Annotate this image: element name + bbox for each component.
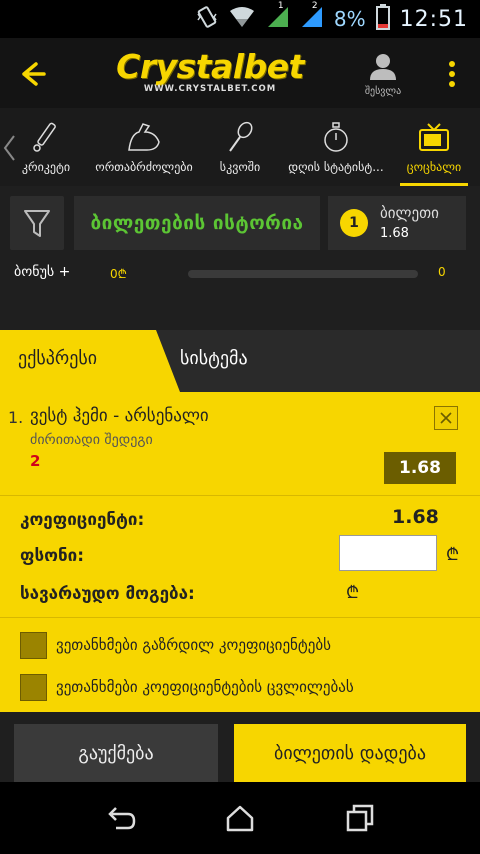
betslip: 1. ვესტ ჰემი - არსენალი ძირითადი შედეგი … — [0, 392, 480, 712]
muscle-arm-icon — [128, 123, 160, 151]
sport-tab-label: კრიკეტი — [21, 160, 71, 174]
status-bar: 1 2 8% 12:51 — [0, 0, 480, 38]
selection-index: 1. — [8, 408, 24, 427]
tab-express-label: ექსპრესი — [18, 348, 98, 369]
selection-item: 1. ვესტ ჰემი - არსენალი ძირითადი შედეგი … — [0, 392, 480, 496]
sport-tab-squash[interactable]: სკვოში — [210, 108, 270, 186]
nav-back-icon — [108, 807, 136, 830]
sport-tab-cricket[interactable]: კრიკეტი — [16, 108, 76, 186]
tab-system-label: სისტემა — [180, 348, 248, 369]
tab-divider — [150, 330, 180, 392]
selection-outcome: 2 — [30, 452, 41, 470]
stake-currency: ₾ — [446, 545, 460, 565]
battery-icon — [375, 4, 390, 34]
tab-express[interactable]: ექსპრესი — [0, 330, 156, 392]
remove-selection-button[interactable] — [434, 406, 458, 430]
ticket-area: ბილეთების ისტორია 1 ბილეთი 1.68 ბონუს + … — [0, 186, 480, 330]
signal-1-label: 1 — [277, 1, 284, 11]
squash-racket-icon — [229, 121, 253, 152]
back-button[interactable] — [14, 56, 50, 92]
chevron-left-icon[interactable] — [2, 134, 16, 166]
ticket-summary[interactable]: 1 ბილეთი 1.68 — [328, 196, 466, 250]
clock: 12:51 — [399, 6, 468, 32]
bonus-value: 0₾ — [110, 267, 127, 281]
recents-icon — [346, 804, 374, 832]
slip-summary: კოეფიციენტი: 1.68 ფსონი: ₾ სავარაუდო მოგ… — [0, 496, 480, 618]
sport-tab-daily-stats[interactable]: დღის სტატისტ... — [284, 108, 388, 186]
possible-win-currency: ₾ — [346, 583, 360, 603]
ticket-odd: 1.68 — [380, 226, 409, 241]
place-bet-button[interactable]: ბილეთის დადება — [234, 724, 466, 782]
possible-win-label: სავარაუდო მოგება: — [20, 584, 195, 604]
stopwatch-icon — [324, 122, 348, 152]
selection-event-name: ვესტ ჰემი - არსენალი — [30, 406, 209, 426]
sport-tab-combat[interactable]: ორთაბრძოლები — [92, 108, 196, 186]
slip-actions: გაუქმება ბილეთის დადება — [0, 712, 480, 782]
nav-home-button[interactable] — [222, 800, 258, 836]
sport-tab-label: სკვოში — [219, 160, 261, 174]
tv-icon — [419, 123, 449, 151]
sport-tab-label: ორთაბრძოლები — [95, 160, 193, 174]
signal-2-label: 2 — [311, 1, 318, 11]
selection-market: ძირითადი შედეგი — [30, 432, 153, 448]
coefficient-label: კოეფიციენტი: — [20, 510, 145, 530]
filter-icon — [24, 210, 50, 237]
accept-increased-odds-checkbox[interactable] — [20, 632, 47, 659]
ticket-history-label: ბილეთების ისტორია — [90, 212, 304, 234]
accept-increased-odds-label: ვეთანხმები გაზრდილ კოეფიციენტებს — [56, 636, 331, 654]
arrow-back-icon — [22, 62, 46, 86]
stake-input[interactable] — [339, 535, 437, 571]
bonus-label[interactable]: ბონუს + — [14, 264, 70, 280]
system-nav-bar — [0, 782, 480, 854]
brand-name: Crystalbet — [116, 47, 304, 86]
accept-increased-odds-option[interactable]: ვეთანხმები გაზრდილ კოეფიციენტებს — [20, 632, 460, 660]
app-bar: Crystalbet WWW.CRYSTALBET.COM შესვლა — [0, 38, 480, 108]
ticket-history-button[interactable]: ბილეთების ისტორია — [74, 196, 320, 250]
accept-odds-change-label: ვეთანხმები კოეფიციენტების ცვლილებას — [56, 678, 354, 696]
bonus-row: ბონუს + 0₾ 0 — [0, 260, 480, 288]
user-icon — [370, 54, 396, 80]
selection-odd: 1.68 — [384, 452, 456, 484]
login-label: შესვლა — [364, 86, 402, 97]
ticket-label: ბილეთი — [380, 204, 439, 222]
vibrate-icon — [196, 5, 218, 33]
sport-tab-label: ცოცხალი — [406, 160, 462, 174]
coefficient-value: 1.68 — [392, 506, 439, 528]
close-icon — [440, 412, 452, 424]
nav-back-button[interactable] — [102, 800, 138, 836]
nav-recents-button[interactable] — [342, 800, 378, 836]
bonus-progress-bar — [188, 270, 418, 278]
accept-odds-change-checkbox[interactable] — [20, 674, 47, 701]
battery-percent: 8% — [333, 7, 366, 31]
brand-logo: Crystalbet WWW.CRYSTALBET.COM — [104, 48, 316, 100]
home-icon — [226, 805, 254, 832]
sports-tabs: კრიკეტი ორთაბრძოლები სკვოში დღის სტატისტ… — [0, 108, 480, 186]
login-button[interactable]: შესვლა — [356, 52, 410, 97]
more-menu-button[interactable] — [440, 58, 464, 90]
signal-1-icon: 1 — [266, 1, 290, 33]
slip-options: ვეთანხმები გაზრდილ კოეფიციენტებს ვეთანხმ… — [0, 618, 480, 712]
filter-button[interactable] — [10, 196, 64, 250]
cancel-button[interactable]: გაუქმება — [14, 724, 218, 782]
bonus-max: 0 — [438, 265, 446, 279]
stake-label: ფსონი: — [20, 546, 85, 566]
wifi-icon — [228, 5, 256, 33]
sport-tab-label: დღის სტატისტ... — [288, 160, 384, 174]
more-vert-icon — [449, 61, 455, 87]
accept-odds-change-option[interactable]: ვეთანხმები კოეფიციენტების ცვლილებას — [20, 674, 460, 702]
ticket-count-badge: 1 — [340, 209, 368, 237]
cricket-bat-icon — [33, 122, 56, 152]
sport-tab-live[interactable]: ცოცხალი — [396, 108, 472, 186]
signal-2-icon: 2 — [300, 1, 324, 33]
